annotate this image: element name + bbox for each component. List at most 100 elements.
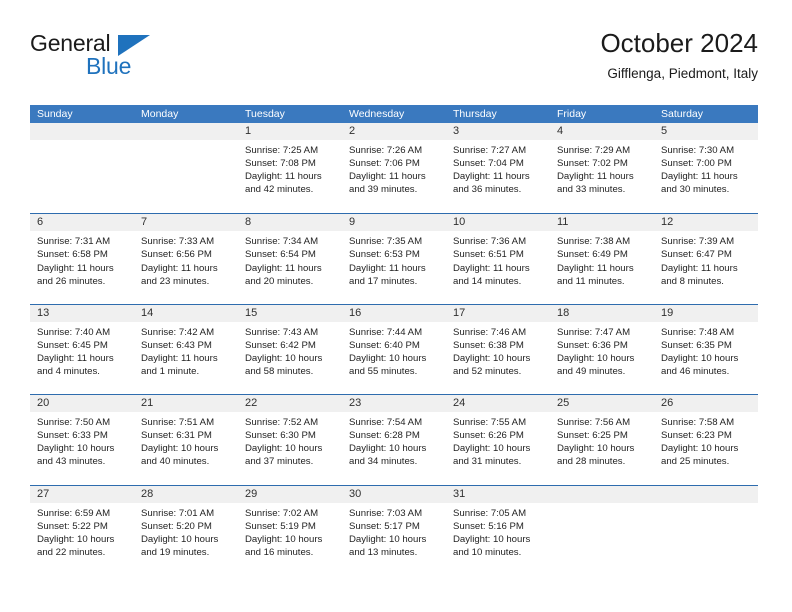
calendar-day-cell[interactable]: 30 Sunrise: 7:03 AM Sunset: 5:17 PM Dayligh… — [342, 485, 446, 575]
day-details: Sunrise: 7:03 AM Sunset: 5:17 PM Daylight:… — [342, 503, 446, 559]
day-number: 5 — [654, 123, 758, 140]
calendar-day-cell[interactable]: 21 Sunrise: 7:51 AM Sunset: 6:31 PM Dayligh… — [134, 395, 238, 484]
day-details: Sunrise: 7:40 AM Sunset: 6:45 PM Daylight:… — [30, 322, 134, 378]
sunrise-time: Sunrise: 7:47 AM — [557, 326, 631, 338]
calendar-week-row: 1 Sunrise: 7:25 AM Sunset: 7:08 PM Daylight… — [30, 123, 758, 213]
calendar-day-cell[interactable]: 24 Sunrise: 7:55 AM Sunset: 6:26 PM Dayligh… — [446, 395, 550, 484]
daylight-duration-line2: and 40 minutes. — [141, 456, 210, 468]
daylight-duration-line1: Daylight: 11 hours — [349, 262, 426, 274]
calendar-day-cell[interactable]: 7 Sunrise: 7:33 AM Sunset: 6:56 PM Daylight… — [134, 214, 238, 303]
sunset-time: Sunset: 5:17 PM — [349, 520, 420, 532]
calendar-day-cell[interactable]: 1 Sunrise: 7:25 AM Sunset: 7:08 PM Daylight… — [238, 123, 342, 213]
day-number — [30, 123, 134, 140]
day-details: Sunrise: 7:42 AM Sunset: 6:43 PM Daylight:… — [134, 322, 238, 378]
sunrise-time: Sunrise: 7:55 AM — [453, 417, 527, 429]
calendar-day-cell[interactable]: 2 Sunrise: 7:26 AM Sunset: 7:06 PM Daylight… — [342, 123, 446, 213]
weekday-header-monday: Monday — [141, 108, 179, 120]
day-number: 3 — [446, 123, 550, 140]
calendar-day-cell[interactable]: 23 Sunrise: 7:54 AM Sunset: 6:28 PM Dayligh… — [342, 395, 446, 484]
day-details: Sunrise: 7:56 AM Sunset: 6:25 PM Daylight:… — [550, 412, 654, 468]
day-details: Sunrise: 7:48 AM Sunset: 6:35 PM Daylight:… — [654, 322, 758, 378]
sunrise-time: Sunrise: 7:31 AM — [37, 236, 111, 248]
daylight-duration-line1: Daylight: 10 hours — [141, 443, 219, 455]
calendar-day-cell[interactable]: 17 Sunrise: 7:46 AM Sunset: 6:38 PM Dayligh… — [446, 304, 550, 394]
sunrise-time: Sunrise: 7:42 AM — [141, 326, 215, 338]
daylight-duration-line2: and 14 minutes. — [453, 275, 522, 287]
sunset-time: Sunset: 7:06 PM — [349, 158, 420, 170]
day-number: 30 — [342, 485, 446, 503]
day-number: 4 — [550, 123, 654, 140]
calendar-day-cell[interactable]: 31 Sunrise: 7:05 AM Sunset: 5:16 PM Dayligh… — [446, 485, 550, 575]
calendar-day-cell[interactable]: 18 Sunrise: 7:47 AM Sunset: 6:36 PM Dayligh… — [550, 304, 654, 394]
calendar-day-cell[interactable]: 27 Sunrise: 6:59 AM Sunset: 5:22 PM Dayligh… — [30, 485, 134, 575]
weekday-header-row: Sunday Monday Tuesday Wednesday Thursday… — [30, 105, 758, 123]
calendar-day-cell[interactable]: 6 Sunrise: 7:31 AM Sunset: 6:58 PM Daylight… — [30, 214, 134, 303]
page-header: General Blue October 2024 Gifflenga, Pie… — [30, 26, 758, 94]
day-details: Sunrise: 7:30 AM Sunset: 7:00 PM Daylight:… — [654, 140, 758, 196]
daylight-duration-line2: and 49 minutes. — [557, 366, 626, 378]
day-number — [654, 485, 758, 503]
calendar-day-cell[interactable]: 20 Sunrise: 7:50 AM Sunset: 6:33 PM Dayligh… — [30, 395, 134, 484]
daylight-duration-line2: and 13 minutes. — [349, 546, 418, 558]
sunrise-time: Sunrise: 7:52 AM — [245, 417, 319, 429]
day-number: 19 — [654, 304, 758, 322]
daylight-duration-line2: and 11 minutes. — [557, 275, 625, 287]
brand-logo[interactable]: General Blue — [30, 30, 160, 86]
sunset-time: Sunset: 6:25 PM — [557, 430, 628, 442]
calendar-day-cell[interactable]: 15 Sunrise: 7:43 AM Sunset: 6:42 PM Dayligh… — [238, 304, 342, 394]
sunset-time: Sunset: 6:30 PM — [245, 430, 316, 442]
daylight-duration-line1: Daylight: 11 hours — [453, 262, 530, 274]
calendar-day-cell[interactable]: 8 Sunrise: 7:34 AM Sunset: 6:54 PM Daylight… — [238, 214, 342, 303]
daylight-duration-line1: Daylight: 10 hours — [37, 443, 115, 455]
daylight-duration-line1: Daylight: 11 hours — [245, 171, 322, 183]
sunset-time: Sunset: 6:45 PM — [37, 339, 108, 351]
daylight-duration-line2: and 46 minutes. — [661, 366, 730, 378]
calendar-day-cell[interactable]: 28 Sunrise: 7:01 AM Sunset: 5:20 PM Dayligh… — [134, 485, 238, 575]
calendar-day-cell[interactable]: 29 Sunrise: 7:02 AM Sunset: 5:19 PM Dayligh… — [238, 485, 342, 575]
calendar-day-cell[interactable]: 4 Sunrise: 7:29 AM Sunset: 7:02 PM Daylight… — [550, 123, 654, 213]
sunset-time: Sunset: 7:08 PM — [245, 158, 316, 170]
day-details — [550, 503, 654, 507]
daylight-duration-line1: Daylight: 11 hours — [557, 171, 634, 183]
daylight-duration-line1: Daylight: 11 hours — [349, 171, 426, 183]
day-details — [134, 140, 238, 144]
daylight-duration-line1: Daylight: 10 hours — [37, 533, 115, 545]
day-details: Sunrise: 7:01 AM Sunset: 5:20 PM Daylight:… — [134, 503, 238, 559]
calendar-day-cell[interactable]: 12 Sunrise: 7:39 AM Sunset: 6:47 PM Dayligh… — [654, 214, 758, 303]
calendar-day-cell[interactable]: 19 Sunrise: 7:48 AM Sunset: 6:35 PM Dayligh… — [654, 304, 758, 394]
calendar-day-cell[interactable]: 22 Sunrise: 7:52 AM Sunset: 6:30 PM Dayligh… — [238, 395, 342, 484]
daylight-duration-line2: and 19 minutes. — [141, 546, 210, 558]
day-number — [550, 485, 654, 503]
sunset-time: Sunset: 6:49 PM — [557, 249, 628, 261]
daylight-duration-line1: Daylight: 11 hours — [661, 262, 738, 274]
day-number: 22 — [238, 395, 342, 413]
calendar-day-cell[interactable]: 13 Sunrise: 7:40 AM Sunset: 6:45 PM Dayligh… — [30, 304, 134, 394]
daylight-duration-line2: and 17 minutes. — [349, 275, 418, 287]
calendar-day-cell[interactable]: 3 Sunrise: 7:27 AM Sunset: 7:04 PM Daylight… — [446, 123, 550, 213]
calendar-day-cell[interactable]: 10 Sunrise: 7:36 AM Sunset: 6:51 PM Dayligh… — [446, 214, 550, 303]
calendar-day-cell[interactable]: 16 Sunrise: 7:44 AM Sunset: 6:40 PM Dayligh… — [342, 304, 446, 394]
day-number: 10 — [446, 214, 550, 232]
sunrise-time: Sunrise: 7:58 AM — [661, 417, 735, 429]
day-number: 28 — [134, 485, 238, 503]
sunrise-time: Sunrise: 7:29 AM — [557, 145, 631, 156]
calendar-day-cell[interactable]: 9 Sunrise: 7:35 AM Sunset: 6:53 PM Daylight… — [342, 214, 446, 303]
day-number: 8 — [238, 214, 342, 232]
daylight-duration-line2: and 43 minutes. — [37, 456, 106, 468]
calendar-day-cell[interactable]: 25 Sunrise: 7:56 AM Sunset: 6:25 PM Dayligh… — [550, 395, 654, 484]
daylight-duration-line1: Daylight: 11 hours — [141, 352, 218, 364]
daylight-duration-line2: and 55 minutes. — [349, 366, 418, 378]
day-details: Sunrise: 7:29 AM Sunset: 7:02 PM Daylight:… — [550, 140, 654, 196]
calendar-day-cell[interactable]: 5 Sunrise: 7:30 AM Sunset: 7:00 PM Daylight… — [654, 123, 758, 213]
daylight-duration-line2: and 39 minutes. — [349, 184, 418, 196]
sunset-time: Sunset: 6:26 PM — [453, 430, 524, 442]
daylight-duration-line1: Daylight: 10 hours — [661, 443, 739, 455]
sunrise-time: Sunrise: 7:25 AM — [245, 145, 319, 156]
sunset-time: Sunset: 6:40 PM — [349, 339, 420, 351]
sunrise-time: Sunrise: 7:26 AM — [349, 145, 423, 156]
calendar-day-cell[interactable]: 14 Sunrise: 7:42 AM Sunset: 6:43 PM Dayligh… — [134, 304, 238, 394]
daylight-duration-line2: and 34 minutes. — [349, 456, 418, 468]
day-number: 27 — [30, 485, 134, 503]
calendar-day-cell[interactable]: 11 Sunrise: 7:38 AM Sunset: 6:49 PM Dayligh… — [550, 214, 654, 303]
calendar-day-cell[interactable]: 26 Sunrise: 7:58 AM Sunset: 6:23 PM Dayligh… — [654, 395, 758, 484]
